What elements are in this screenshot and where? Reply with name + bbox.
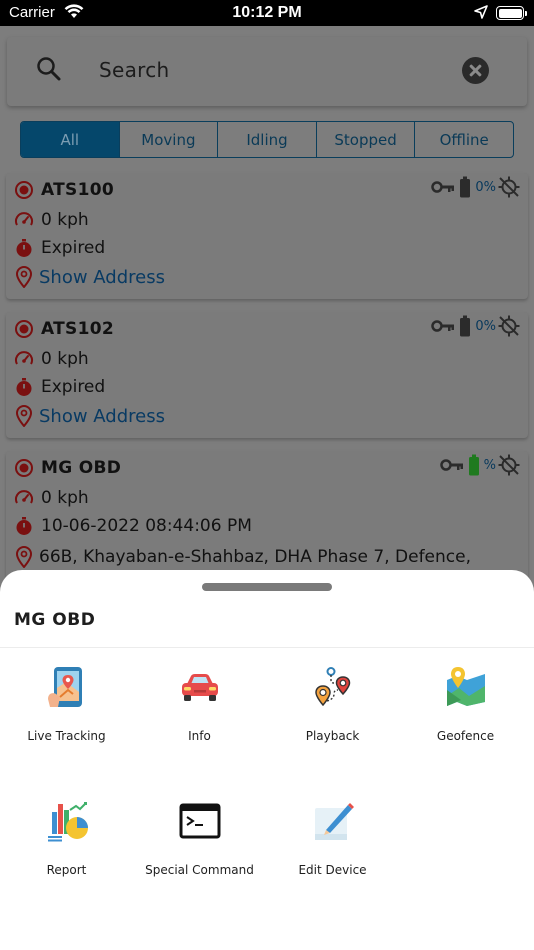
info-button[interactable]: Info: [133, 666, 266, 776]
location-pin-icon: [12, 545, 36, 569]
action-label: Report: [46, 863, 87, 877]
report-chart-icon: [48, 802, 88, 842]
ignition-key-icon: [439, 459, 463, 471]
gps-off-icon: [498, 315, 520, 337]
action-label: Playback: [305, 729, 360, 743]
battery-level-icon: [460, 176, 471, 198]
tab-all[interactable]: All: [21, 122, 120, 157]
playback-button[interactable]: Playback: [266, 666, 399, 776]
report-button[interactable]: Report: [0, 800, 133, 910]
stopwatch-icon: [12, 514, 36, 538]
show-address-link[interactable]: Show Address: [39, 406, 165, 427]
device-name: ATS100: [41, 180, 114, 200]
live-tracking-icon: [48, 667, 82, 707]
action-label: Info: [188, 729, 211, 743]
clock: 10:12 PM: [232, 4, 302, 21]
device-name: MG OBD: [41, 458, 122, 478]
action-label: Geofence: [436, 729, 495, 743]
stopwatch-icon: [12, 375, 36, 399]
device-speed: 0 kph: [41, 210, 89, 230]
device-actions-sheet: MG OBD Live Tracking Info Playback Geofe…: [0, 570, 534, 950]
device-speed: 0 kph: [41, 349, 89, 369]
action-label: Special Command: [145, 863, 254, 877]
tab-stopped[interactable]: Stopped: [317, 122, 416, 157]
battery-level-icon: [468, 454, 479, 476]
device-indicators: 0%: [431, 315, 520, 337]
tab-offline[interactable]: Offline: [415, 122, 513, 157]
status-bar: Carrier 10:12 PM: [0, 0, 534, 26]
special-command-button[interactable]: Special Command: [133, 800, 266, 910]
sheet-title: MG OBD: [14, 610, 96, 630]
edit-device-button[interactable]: Edit Device: [266, 800, 399, 910]
action-label: Edit Device: [298, 863, 367, 877]
car-icon: [182, 674, 218, 701]
sheet-divider: [0, 647, 534, 648]
battery-level-icon: [460, 315, 471, 337]
device-address: 66B, Khayaban-e-Shahbaz, DHA Phase 7, De…: [39, 547, 471, 567]
battery-percent: 0%: [475, 179, 496, 195]
clear-search-icon[interactable]: [462, 57, 489, 84]
gps-off-icon: [498, 176, 520, 198]
location-arrow-icon: [474, 5, 488, 19]
device-name: ATS102: [41, 319, 114, 339]
tab-moving[interactable]: Moving: [120, 122, 219, 157]
geofence-button[interactable]: Geofence: [399, 666, 532, 776]
tab-idling[interactable]: Idling: [218, 122, 317, 157]
search-icon: [37, 57, 61, 81]
status-filter-tabs: All Moving Idling Stopped Offline: [20, 121, 514, 158]
device-card[interactable]: ATS100 0 kph Expired Show Address 0%: [6, 173, 528, 299]
record-status-icon: [12, 178, 36, 202]
location-pin-icon: [12, 265, 36, 289]
stopwatch-icon: [12, 236, 36, 260]
action-label: Live Tracking: [27, 729, 106, 743]
device-timestamp: 10-06-2022 08:44:06 PM: [41, 516, 252, 536]
terminal-icon: [179, 803, 221, 839]
speedometer-icon: [12, 486, 36, 510]
battery-percent: 0%: [475, 318, 496, 334]
record-status-icon: [12, 317, 36, 341]
location-pin-icon: [12, 404, 36, 428]
speedometer-icon: [12, 208, 36, 232]
speedometer-icon: [12, 347, 36, 371]
record-status-icon: [12, 456, 36, 480]
search-bar[interactable]: Search: [7, 37, 527, 106]
playback-route-icon: [315, 667, 351, 707]
device-status: Expired: [41, 377, 106, 397]
device-indicators: %: [439, 454, 520, 476]
live-tracking-button[interactable]: Live Tracking: [0, 666, 133, 776]
battery-percent: %: [483, 457, 496, 473]
battery-icon: [496, 6, 527, 20]
ignition-key-icon: [431, 181, 455, 193]
gps-off-icon: [498, 454, 520, 476]
search-input[interactable]: Search: [99, 58, 170, 82]
sheet-drag-handle[interactable]: [202, 583, 332, 591]
device-indicators: 0%: [431, 176, 520, 198]
geofence-map-icon: [447, 667, 485, 706]
device-speed: 0 kph: [41, 488, 89, 508]
ignition-key-icon: [431, 320, 455, 332]
edit-note-icon: [315, 803, 354, 840]
device-card[interactable]: ATS102 0 kph Expired Show Address 0%: [6, 312, 528, 438]
device-status: Expired: [41, 238, 106, 258]
show-address-link[interactable]: Show Address: [39, 267, 165, 288]
